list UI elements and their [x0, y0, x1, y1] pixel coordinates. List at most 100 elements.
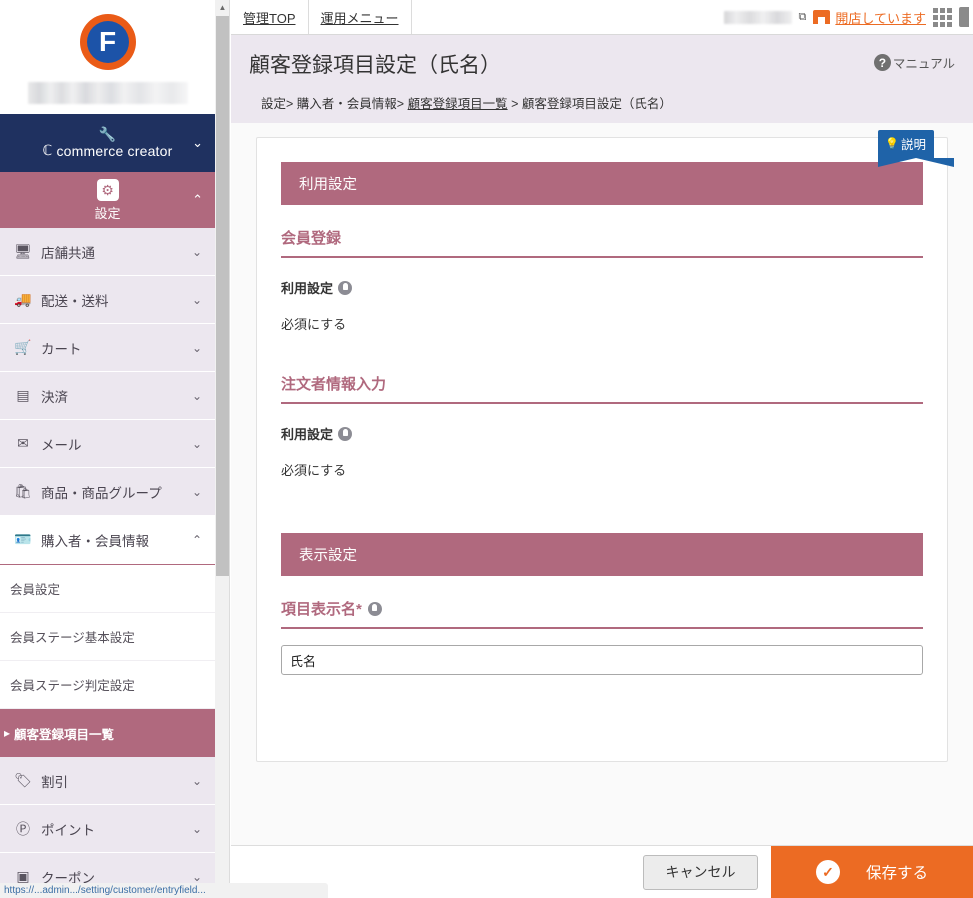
manual-label: マニュアル — [892, 57, 955, 71]
browser-status-bar: https://...admin.../setting/customer/ent… — [0, 883, 328, 898]
monitor-icon: 🖥 — [14, 243, 32, 259]
sidebar-item-shipping[interactable]: 🚚 配送・送料 ⌄ — [0, 276, 215, 324]
sidebar-subitem-label: 会員ステージ基本設定 — [10, 631, 135, 645]
storefront-icon — [813, 10, 831, 24]
external-link-icon[interactable]: ⧉ — [799, 11, 807, 24]
sidebar-scrollbar[interactable]: ▲ ▼ — [215, 0, 230, 898]
bag-icon: 🛍 — [14, 483, 32, 499]
page-title: 顧客登録項目設定（氏名） — [249, 54, 501, 77]
sidebar-subitem-customer-entry-fields[interactable]: 顧客登録項目一覧 — [0, 709, 215, 757]
sidebar-item-payment[interactable]: ▤ 決済 ⌄ — [0, 372, 215, 420]
lightbulb-help-icon[interactable] — [367, 601, 382, 616]
chevron-down-icon[interactable]: ⌄ — [192, 389, 202, 403]
sidebar-subitem-member-settings[interactable]: 会員設定 — [0, 565, 215, 613]
sidebar-item-store-common[interactable]: 🖥 店舗共通 ⌄ — [0, 228, 215, 276]
settings-label: 設定 — [94, 205, 121, 221]
apps-grid-icon[interactable] — [933, 7, 952, 27]
footer-action-bar: キャンセル ✓ 保存する — [231, 845, 973, 898]
sidebar: F 🔧 ℂ commerce creator ⌄ ⚙ 設定 ⌃ 🖥 店舗共通 ⌄ — [0, 0, 215, 898]
sidebar-item-label: 購入者・会員情報 — [41, 533, 149, 549]
wrench-icon: 🔧 — [98, 126, 117, 142]
chevron-down-icon[interactable]: ⌄ — [192, 135, 203, 151]
chevron-down-icon[interactable]: ⌄ — [192, 245, 202, 259]
chevron-down-icon[interactable]: ⌄ — [192, 437, 202, 451]
store-status-link[interactable]: 開店しています — [813, 8, 926, 27]
sidebar-subitem-label: 会員設定 — [10, 583, 61, 597]
manual-link[interactable]: ? マニュアル — [873, 53, 955, 72]
field-value-usage-setting-2: 必須にする — [281, 463, 347, 478]
chevron-down-icon[interactable]: ⌄ — [192, 293, 202, 307]
sidebar-item-label: 商品・商品グループ — [41, 485, 162, 501]
chevron-down-icon[interactable]: ⌄ — [192, 485, 202, 499]
settings-card: 💡 説明 利用設定 会員登録 利用設定 必須にする 注文者情報入力 利用設定 必… — [256, 130, 954, 762]
lightbulb-help-icon[interactable] — [338, 280, 353, 295]
sidebar-item-label: カート — [41, 341, 82, 357]
sidebar-item-label: メール — [41, 437, 82, 453]
sidebar-item-cart[interactable]: 🛒 カート ⌄ — [0, 324, 215, 372]
help-badge-label: 説明 — [900, 138, 926, 152]
chevron-down-icon[interactable]: ⌄ — [192, 341, 202, 355]
page-header: 顧客登録項目設定（氏名） ? マニュアル 設定> 購入者・会員情報> 顧客登録項… — [231, 35, 973, 123]
field-label-text: 利用設定 — [281, 427, 334, 442]
tag-icon: 🏷 — [14, 772, 32, 788]
commerce-creator-label-wrap: ℂ commerce creator — [43, 142, 173, 159]
breadcrumb-part-customers: 購入者・会員情報> — [296, 97, 405, 111]
chevron-down-icon[interactable]: ⌄ — [192, 870, 202, 884]
logo-letter: F — [86, 21, 129, 63]
field-label-usage-setting-2: 利用設定 — [281, 424, 923, 443]
tab-operation-menu-label: 運用メニュー — [320, 10, 399, 26]
help-explain-badge[interactable]: 💡 説明 — [878, 130, 954, 167]
chevron-down-icon[interactable]: ⌄ — [192, 822, 202, 836]
brand-header: F — [0, 0, 215, 114]
sidebar-item-products[interactable]: 🛍 商品・商品グループ ⌄ — [0, 468, 215, 516]
topbar-right-group: ⧉ 開店しています — [723, 0, 973, 34]
commerce-creator-block[interactable]: 🔧 ℂ commerce creator ⌄ — [0, 114, 215, 172]
sidebar-subitem-label: 会員ステージ判定設定 — [10, 679, 135, 693]
sidebar-item-mail[interactable]: ✉ メール ⌄ — [0, 420, 215, 468]
sidebar-item-points[interactable]: Ⓟ ポイント ⌄ — [0, 805, 215, 853]
sidebar-subitem-member-stage-basic[interactable]: 会員ステージ基本設定 — [0, 613, 215, 661]
account-name-redacted — [723, 10, 792, 24]
truck-icon: 🚚 — [14, 291, 32, 307]
mail-icon: ✉ — [17, 435, 29, 451]
shop-name-redacted — [27, 82, 188, 104]
question-mark-icon: ? — [873, 54, 891, 71]
sidebar-item-label: 店舗共通 — [41, 245, 95, 261]
c-mark-icon: ℂ — [42, 142, 53, 158]
main-content: 管理TOP 運用メニュー ⧉ 開店しています 顧客登録項目設定（氏名） ? マニ… — [231, 0, 973, 898]
breadcrumb-link-entry-field-list[interactable]: 顧客登録項目一覧 — [408, 97, 508, 111]
sidebar-item-discount[interactable]: 🏷 割引 ⌄ — [0, 757, 215, 805]
gear-icon: ⚙ — [96, 178, 119, 201]
chevron-up-icon[interactable]: ⌃ — [192, 533, 202, 547]
sidebar-item-label: 配送・送料 — [41, 293, 109, 309]
tab-admin-top[interactable]: 管理TOP — [231, 0, 309, 34]
commerce-creator-label: commerce creator — [56, 142, 173, 159]
sidebar-item-customers[interactable]: 🪪 購入者・会員情報 ⌃ — [0, 516, 215, 564]
sidebar-subitem-member-stage-judge[interactable]: 会員ステージ判定設定 — [0, 661, 215, 709]
chevron-up-icon[interactable]: ⌃ — [192, 192, 203, 208]
side-panel-icon[interactable] — [959, 7, 969, 27]
app-root: F 🔧 ℂ commerce creator ⌄ ⚙ 設定 ⌃ 🖥 店舗共通 ⌄ — [0, 0, 973, 898]
scrollbar-thumb[interactable] — [216, 16, 229, 576]
field-label-text: 利用設定 — [281, 281, 334, 296]
group-title-orderer-info-input: 注文者情報入力 — [281, 373, 923, 404]
content-scroll-area: 💡 説明 利用設定 会員登録 利用設定 必須にする 注文者情報入力 利用設定 必… — [231, 123, 973, 823]
chevron-down-icon[interactable]: ⌄ — [192, 774, 202, 788]
save-button[interactable]: ✓ 保存する — [771, 845, 973, 898]
display-name-input[interactable] — [281, 645, 923, 675]
page-header-row: 顧客登録項目設定（氏名） ? マニュアル — [249, 49, 955, 79]
sidebar-item-label: 割引 — [41, 774, 68, 790]
cancel-button[interactable]: キャンセル — [643, 854, 758, 890]
cart-icon: 🛒 — [14, 339, 32, 355]
section-header-usage-settings: 利用設定 — [281, 162, 923, 205]
breadcrumb: 設定> 購入者・会員情報> 顧客登録項目一覧 > 顧客登録項目設定（氏名） — [249, 79, 955, 123]
tab-operation-menu[interactable]: 運用メニュー — [309, 0, 412, 34]
field-value-usage-setting-1: 必須にする — [281, 317, 347, 332]
scroll-up-arrow-icon[interactable]: ▲ — [215, 0, 230, 15]
group-title-member-registration: 会員登録 — [281, 227, 923, 258]
sidebar-item-settings[interactable]: ⚙ 設定 ⌃ — [0, 172, 215, 228]
sidebar-item-label: ポイント — [41, 822, 95, 838]
save-button-label: 保存する — [865, 865, 928, 882]
lightbulb-help-icon[interactable] — [338, 426, 353, 441]
